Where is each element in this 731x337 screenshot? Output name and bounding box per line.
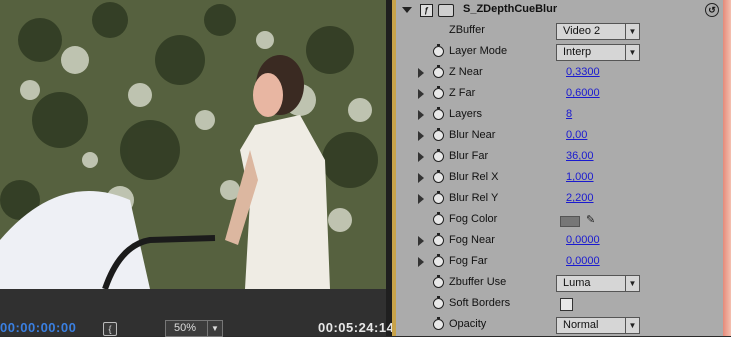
param-select-zbuffer-use[interactable]: Luma ▼ [556,275,640,292]
stopwatch-icon[interactable] [433,65,444,78]
param-row-fog-near: Fog Near 0,0000 [396,231,723,252]
param-row-zbuffer: ZBuffer Video 2 ▼ [396,21,723,42]
param-label: Layers [449,108,483,120]
param-label: Blur Rel X [449,171,499,183]
param-row-layers: Layers 8 [396,105,723,126]
param-label: Blur Near [449,129,496,141]
param-value-fog-far[interactable]: 0,0000 [566,255,600,267]
param-row-z-far: Z Far 0,6000 [396,84,723,105]
stopwatch-icon[interactable] [433,212,444,225]
chevron-down-icon: ▼ [625,276,639,291]
param-value-fog-near[interactable]: 0,0000 [566,234,600,246]
expand-triangle-icon[interactable] [418,257,424,267]
stopwatch-icon[interactable] [433,107,444,120]
select-value: Video 2 [563,25,601,37]
param-label: Opacity [449,318,487,330]
effect-name: S_ZDepthCueBlur [463,3,558,15]
stopwatch-icon[interactable] [433,170,444,183]
param-row-layer-mode: Layer Mode Interp ▼ [396,42,723,63]
param-row-blur-far: Blur Far 36,00 [396,147,723,168]
expand-triangle-icon[interactable] [418,194,424,204]
param-checkbox-soft-borders[interactable] [560,298,573,311]
param-label: Blur Far [449,150,489,162]
editor-window: 00:00:00:00 { 50% ▼ 00:05:24:14 ƒ S_ZDep… [0,0,731,337]
param-value-blur-rel-x[interactable]: 1,000 [566,171,594,183]
param-value-z-near[interactable]: 0,3300 [566,66,600,78]
effect-toggle-icon[interactable]: ƒ [420,4,433,17]
param-label: Blur Rel Y [449,192,499,204]
stopwatch-icon[interactable] [433,275,444,288]
param-label: Z Near [449,66,483,78]
timeline-strip [723,0,731,336]
reset-icon[interactable]: ↺ [705,3,719,17]
param-row-blur-near: Blur Near 0,00 [396,126,723,147]
expand-triangle-icon[interactable] [418,89,424,99]
expand-triangle-icon[interactable] [418,236,424,246]
zoom-level-select[interactable]: 50% ▼ [165,320,223,337]
param-label: Fog Near [449,234,495,246]
program-monitor: 00:00:00:00 { 50% ▼ 00:05:24:14 [0,0,395,337]
param-row-zbuffer-use: Zbuffer Use Luma ▼ [396,273,723,294]
chevron-down-icon: ▼ [625,318,639,333]
duration-timecode: 00:05:24:14 [318,320,395,335]
param-label: ZBuffer [449,24,485,36]
stopwatch-icon[interactable] [433,296,444,309]
stopwatch-icon[interactable] [433,128,444,141]
chevron-down-icon: ▼ [625,45,639,60]
param-label: Zbuffer Use [449,276,507,288]
param-label: Layer Mode [449,45,508,57]
param-value-blur-near[interactable]: 0,00 [566,129,587,141]
param-value-blur-rel-y[interactable]: 2,200 [566,192,594,204]
collapse-triangle-icon[interactable] [402,7,412,13]
param-label: Fog Far [449,255,488,267]
select-value: Luma [563,277,591,289]
chevron-down-icon: ▼ [625,24,639,39]
color-swatch[interactable] [560,216,580,227]
expand-triangle-icon[interactable] [418,173,424,183]
param-label: Fog Color [449,213,498,225]
param-select-zbuffer[interactable]: Video 2 ▼ [556,23,640,40]
zoom-level-value: 50% [174,322,197,334]
stopwatch-icon[interactable] [433,317,444,330]
chevron-down-icon: ▼ [207,321,222,336]
param-row-blur-rel-x: Blur Rel X 1,000 [396,168,723,189]
stopwatch-icon[interactable] [433,149,444,162]
video-frame-image [0,0,386,289]
param-row-soft-borders: Soft Borders [396,294,723,315]
effect-controls-panel: ƒ S_ZDepthCueBlur ↺ ZBuffer Video 2 ▼ Layer… [392,0,731,336]
expand-triangle-icon[interactable] [418,68,424,78]
expand-triangle-icon[interactable] [418,152,424,162]
select-value: Normal [563,319,599,331]
eyedropper-icon[interactable]: ✎ [586,213,595,226]
expand-triangle-icon[interactable] [418,110,424,120]
param-row-fog-color: Fog Color ✎ [396,210,723,231]
param-value-layers[interactable]: 8 [566,108,572,120]
param-row-fog-far: Fog Far 0,0000 [396,252,723,273]
video-frame[interactable] [0,0,386,289]
param-row-opacity: Opacity Normal ▼ [396,315,723,336]
param-row-z-near: Z Near 0,3300 [396,63,723,84]
stopwatch-icon[interactable] [433,191,444,204]
param-value-z-far[interactable]: 0,6000 [566,87,600,99]
param-row-blur-rel-y: Blur Rel Y 2,200 [396,189,723,210]
mark-in-icon[interactable]: { [103,322,117,336]
effect-icon [438,4,454,17]
stopwatch-icon[interactable] [433,254,444,267]
expand-triangle-icon[interactable] [418,131,424,141]
current-timecode[interactable]: 00:00:00:00 [0,320,76,335]
param-select-opacity[interactable]: Normal ▼ [556,317,640,334]
stopwatch-icon[interactable] [433,44,444,57]
param-label: Z Far [449,87,476,99]
select-value: Interp [563,46,592,58]
stopwatch-icon[interactable] [433,233,444,246]
param-select-layer-mode[interactable]: Interp ▼ [556,44,640,61]
param-label: Soft Borders [449,297,511,309]
effect-header[interactable]: ƒ S_ZDepthCueBlur ↺ [396,0,723,22]
param-value-blur-far[interactable]: 36,00 [566,150,594,162]
stopwatch-icon[interactable] [433,86,444,99]
